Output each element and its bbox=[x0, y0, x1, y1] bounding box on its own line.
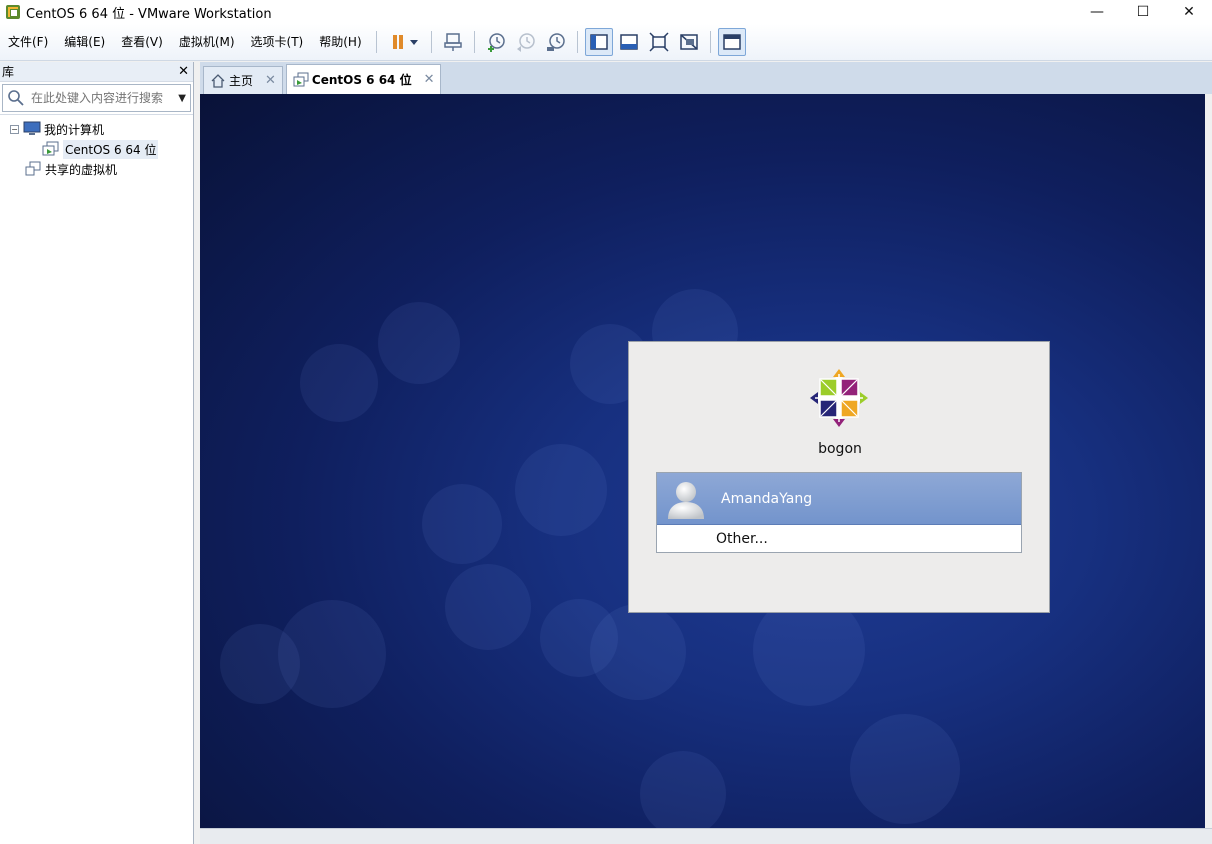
vm-console[interactable]: bogon AmandaYang Other... bbox=[200, 94, 1205, 828]
tree-item-label: 我的计算机 bbox=[44, 122, 105, 137]
library-panel: 库 ✕ ▼ − 我的计算机 bbox=[0, 62, 194, 844]
toolbar-separator bbox=[473, 31, 475, 53]
tree-collapse-toggle[interactable]: − bbox=[10, 124, 19, 134]
maximize-button[interactable]: ☐ bbox=[1120, 0, 1166, 24]
computer-icon bbox=[23, 121, 41, 137]
snapshot-icon bbox=[487, 33, 505, 52]
home-icon bbox=[210, 73, 226, 89]
other-user-item[interactable]: Other... bbox=[657, 525, 1021, 552]
quick-switch-button[interactable] bbox=[615, 28, 643, 56]
vmware-app-icon bbox=[6, 5, 20, 19]
login-dialog: bogon AmandaYang Other... bbox=[628, 341, 1050, 613]
toolbar-separator bbox=[709, 31, 711, 53]
vm-icon bbox=[42, 141, 60, 157]
background-bokeh bbox=[445, 564, 531, 650]
background-bokeh bbox=[422, 484, 502, 564]
vm-scroll-area bbox=[1205, 94, 1212, 844]
library-search[interactable]: ▼ bbox=[2, 84, 191, 112]
menu-tabs[interactable]: 选项卡(T) bbox=[243, 24, 312, 61]
minimize-button[interactable]: — bbox=[1074, 0, 1120, 24]
toolbar-separator bbox=[576, 31, 578, 53]
hostname-label: bogon bbox=[818, 441, 862, 457]
menu-vm[interactable]: 虚拟机(M) bbox=[171, 24, 243, 61]
vm-icon bbox=[293, 72, 309, 88]
snapshot-manager-icon bbox=[546, 33, 565, 51]
send-ctrl-alt-del-button[interactable] bbox=[439, 28, 467, 56]
tree-item-label: 共享的虚拟机 bbox=[45, 162, 118, 177]
console-view-icon bbox=[722, 34, 741, 50]
user-avatar-icon bbox=[668, 481, 704, 519]
title-bar: CentOS 6 64 位 - VMware Workstation — ☐ ✕ bbox=[0, 0, 1212, 24]
console-view-button[interactable] bbox=[717, 28, 746, 56]
fullscreen-button[interactable] bbox=[645, 28, 673, 56]
toolbar-separator bbox=[430, 31, 432, 53]
menu-toolbar: 文件(F) 编辑(E) 查看(V) 虚拟机(M) 选项卡(T) 帮助(H) bbox=[0, 24, 1212, 61]
window-controls: — ☐ ✕ bbox=[1074, 0, 1212, 24]
quick-switch-icon bbox=[619, 34, 638, 50]
status-bar bbox=[200, 828, 1212, 844]
tree-item-my-computer[interactable]: − 我的计算机 bbox=[0, 119, 193, 139]
pause-button[interactable] bbox=[384, 28, 424, 56]
fullscreen-icon bbox=[649, 32, 669, 52]
normal-view-icon bbox=[589, 34, 608, 50]
background-bokeh bbox=[515, 444, 607, 536]
unity-button[interactable] bbox=[675, 28, 703, 56]
centos-logo-icon bbox=[810, 369, 868, 427]
toolbar-separator bbox=[375, 31, 377, 53]
window-title: CentOS 6 64 位 - VMware Workstation bbox=[26, 6, 272, 22]
menu-help[interactable]: 帮助(H) bbox=[311, 24, 369, 61]
background-bokeh bbox=[590, 604, 686, 700]
pause-icon bbox=[392, 35, 418, 49]
tree-item-centos-vm[interactable]: CentOS 6 64 位 bbox=[0, 139, 193, 159]
unity-icon bbox=[679, 34, 698, 50]
search-icon bbox=[8, 90, 24, 106]
menu-view[interactable]: 查看(V) bbox=[113, 24, 171, 61]
send-ctrl-alt-del-icon bbox=[443, 33, 462, 51]
search-dropdown-icon[interactable]: ▼ bbox=[178, 93, 186, 104]
revert-snapshot-button[interactable] bbox=[512, 28, 540, 56]
revert-snapshot-icon bbox=[516, 33, 535, 52]
shared-vm-icon bbox=[24, 161, 42, 177]
tab-home[interactable]: 主页 ✕ bbox=[203, 66, 283, 94]
background-bokeh bbox=[850, 714, 960, 824]
tree-item-shared-vms[interactable]: 共享的虚拟机 bbox=[0, 159, 193, 179]
library-header: 库 ✕ bbox=[0, 62, 193, 82]
user-name: AmandaYang bbox=[721, 490, 813, 507]
snapshot-manager-button[interactable] bbox=[542, 28, 570, 56]
tab-bar: 主页 ✕ CentOS 6 64 位 ✕ bbox=[200, 62, 1212, 94]
menu-file[interactable]: 文件(F) bbox=[0, 24, 56, 61]
background-bokeh bbox=[300, 344, 378, 422]
tab-label: CentOS 6 64 位 bbox=[311, 73, 412, 87]
tab-label: 主页 bbox=[229, 74, 254, 88]
tab-close-button[interactable]: ✕ bbox=[265, 73, 276, 88]
library-close-button[interactable]: ✕ bbox=[178, 64, 189, 79]
background-bokeh bbox=[640, 751, 726, 828]
library-title: 库 bbox=[2, 65, 15, 79]
user-list: AmandaYang Other... bbox=[656, 472, 1022, 553]
tree-item-label: CentOS 6 64 位 bbox=[63, 139, 159, 159]
close-button[interactable]: ✕ bbox=[1166, 0, 1212, 24]
tab-centos-vm[interactable]: CentOS 6 64 位 ✕ bbox=[285, 64, 442, 94]
user-list-item-selected[interactable]: AmandaYang bbox=[657, 473, 1021, 525]
normal-view-button[interactable] bbox=[584, 28, 613, 56]
background-bokeh bbox=[378, 302, 460, 384]
menu-edit[interactable]: 编辑(E) bbox=[56, 24, 113, 61]
library-tree: − 我的计算机 CentOS 6 64 位 共享的虚拟机 bbox=[0, 114, 193, 179]
snapshot-button[interactable] bbox=[482, 28, 510, 56]
background-bokeh bbox=[220, 624, 300, 704]
tab-close-button[interactable]: ✕ bbox=[424, 72, 435, 87]
library-search-input[interactable] bbox=[31, 91, 179, 105]
